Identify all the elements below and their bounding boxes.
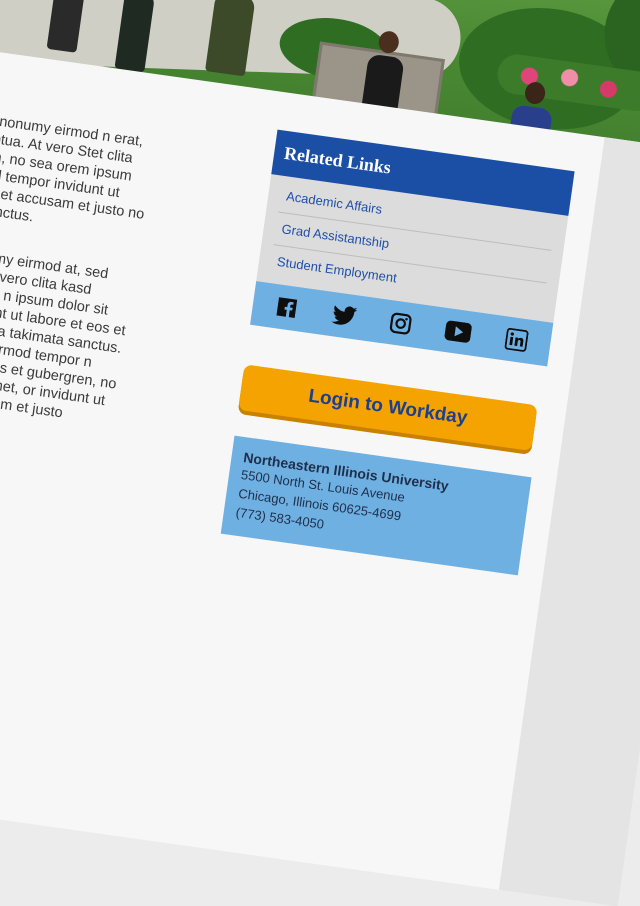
address-block: Northeastern Illinois University 5500 No…: [220, 435, 532, 576]
facebook-icon[interactable]: [275, 295, 300, 320]
main-content: elitr, sed diam nonumy eirmod n erat, se…: [0, 100, 156, 475]
related-links-panel: Related Links Academic Affairs Grad Assi…: [250, 129, 575, 367]
youtube-icon[interactable]: [444, 320, 473, 343]
login-to-workday-button[interactable]: Login to Workday: [238, 364, 538, 452]
instagram-icon[interactable]: [388, 311, 413, 336]
content-sheet: elitr, sed diam nonumy eirmod n erat, se…: [0, 37, 640, 906]
twitter-icon[interactable]: [330, 304, 358, 327]
page-stage: day® elitr, sed diam nonumy eirmod n era…: [0, 0, 640, 906]
sidebar: Related Links Academic Affairs Grad Assi…: [220, 129, 575, 576]
linkedin-icon[interactable]: [504, 327, 529, 352]
body-paragraph: r, sed diam nonumy eirmod at, sed diam v…: [0, 236, 127, 422]
body-paragraph: elitr, sed diam nonumy eirmod n erat, se…: [0, 101, 146, 226]
